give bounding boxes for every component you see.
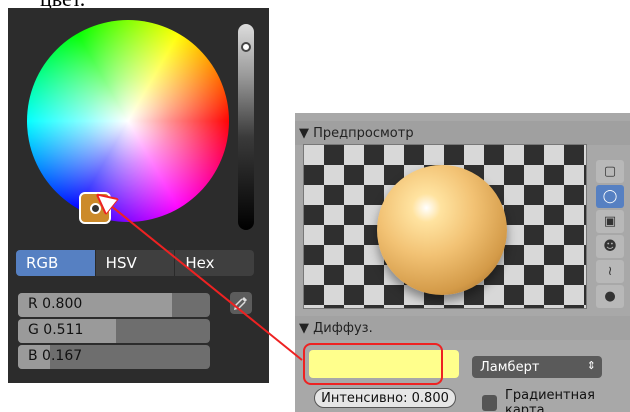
intensity-field[interactable]: Интенсивно: 0.800 [314, 388, 456, 408]
material-preview [303, 144, 587, 309]
highlight-box [303, 343, 443, 385]
ramp-option[interactable]: Градиентная карта [482, 388, 630, 412]
shader-select[interactable]: Ламберт ⇕ [472, 356, 602, 378]
diffuse-header[interactable]: ▼ Диффуз. [295, 316, 630, 340]
rgb-sliders: R 0.800 G 0.511 B 0.167 [18, 293, 210, 371]
blue-slider[interactable]: B 0.167 [18, 345, 210, 369]
monkey-icon[interactable]: ☻ [596, 235, 624, 258]
preview-header[interactable]: ▼ Предпросмотр [295, 121, 630, 145]
chevron-updown-icon: ⇕ [586, 359, 596, 372]
green-slider[interactable]: G 0.511 [18, 319, 210, 343]
tab-hex[interactable]: Hex [175, 250, 254, 276]
value-slider[interactable] [238, 24, 254, 230]
sphere-light-icon[interactable]: ● [596, 285, 624, 308]
cube-icon[interactable]: ▣ [596, 210, 624, 233]
ramp-checkbox-label: Градиентная карта [504, 388, 595, 412]
red-slider[interactable]: R 0.800 [18, 293, 210, 317]
value-slider-handle[interactable] [241, 42, 251, 52]
color-wheel-cursor[interactable] [79, 192, 111, 224]
green-slider-label: G 0.511 [28, 322, 84, 338]
sphere-icon[interactable]: ◯ [596, 185, 624, 208]
ramp-checkbox[interactable] [482, 395, 497, 411]
color-mode-tabs: RGB HSV Hex [16, 250, 254, 276]
plane-icon[interactable]: ▢ [596, 160, 624, 183]
preview-shape-buttons: ▢ ◯ ▣ ☻ ≀ ● [596, 160, 624, 308]
material-panel: ▼ Предпросмотр ▢ ◯ ▣ ☻ ≀ ● ▼ Диффуз. Лам… [295, 113, 630, 412]
color-wheel[interactable] [27, 20, 229, 224]
blue-slider-label: B 0.167 [28, 348, 83, 364]
preview-sphere [377, 165, 507, 295]
eyedropper-button[interactable] [230, 292, 252, 314]
hair-icon[interactable]: ≀ [596, 260, 624, 283]
eyedropper-icon [233, 297, 247, 311]
red-slider-label: R 0.800 [28, 296, 83, 312]
tab-rgb[interactable]: RGB [16, 250, 96, 276]
color-picker-popup: RGB HSV Hex R 0.800 G 0.511 B 0.167 [8, 8, 269, 383]
tab-hsv[interactable]: HSV [96, 250, 176, 276]
